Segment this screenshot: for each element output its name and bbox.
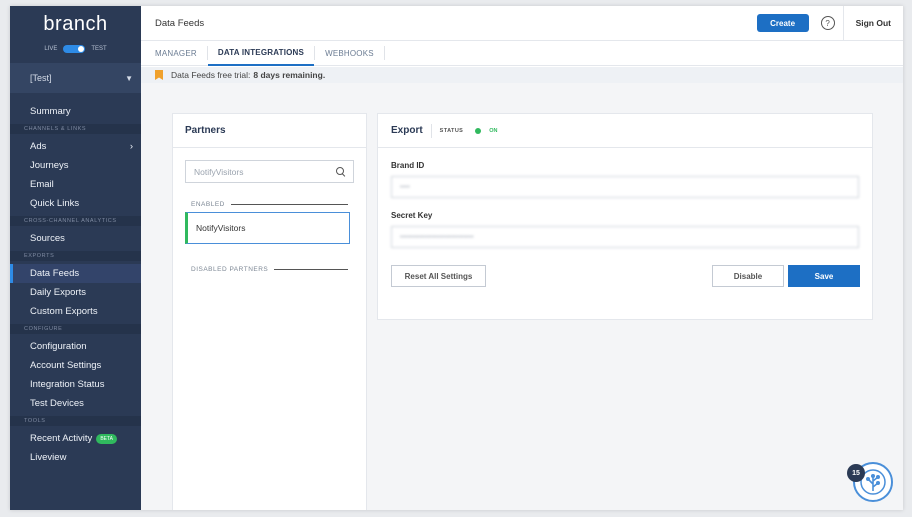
sidebar-section-tools: TOOLS bbox=[10, 416, 141, 426]
sidebar-item-sources[interactable]: Sources bbox=[10, 229, 141, 248]
brand-id-field[interactable]: •••• bbox=[391, 176, 859, 198]
export-title: Export bbox=[391, 125, 423, 136]
bookmark-icon bbox=[155, 70, 163, 80]
sidebar-item-summary[interactable]: Summary bbox=[10, 102, 141, 121]
partner-search-input[interactable]: NotifyVisitors bbox=[185, 160, 354, 183]
create-button[interactable]: Create bbox=[756, 14, 809, 32]
trial-text: Data Feeds free trial: bbox=[171, 70, 251, 80]
app-window: branch LIVE TEST [Test] ▼ Summary CHANNE… bbox=[10, 6, 903, 510]
sidebar-item-ads[interactable]: Ads › bbox=[10, 137, 141, 156]
app-selector-label: [Test] bbox=[30, 73, 52, 83]
trial-remaining: 8 days remaining. bbox=[253, 70, 326, 80]
page-title: Data Feeds bbox=[155, 17, 205, 29]
export-actions: Reset All Settings Disable Save bbox=[378, 265, 872, 287]
disable-button[interactable]: Disable bbox=[712, 265, 784, 287]
env-live-label: LIVE bbox=[44, 46, 58, 52]
sidebar-item-integration-status[interactable]: Integration Status bbox=[10, 375, 141, 394]
sidebar-section-channels: CHANNELS & LINKS bbox=[10, 124, 141, 134]
tab-bar: MANAGER DATA INTEGRATIONS WEBHOOKS bbox=[141, 41, 903, 66]
sidebar-section-analytics: CROSS-CHANNEL ANALYTICS bbox=[10, 216, 141, 226]
env-toggle-switch[interactable] bbox=[63, 45, 86, 53]
enabled-group-label: ENABLED bbox=[191, 201, 348, 208]
save-button[interactable]: Save bbox=[788, 265, 860, 287]
sidebar-item-test-devices[interactable]: Test Devices bbox=[10, 394, 141, 413]
sidebar-item-journeys[interactable]: Journeys bbox=[10, 156, 141, 175]
partners-panel: Partners NotifyVisitors ENABLED NotifyVi… bbox=[172, 113, 367, 510]
sidebar-item-custom-exports[interactable]: Custom Exports bbox=[10, 302, 141, 321]
main-content: Partners NotifyVisitors ENABLED NotifyVi… bbox=[141, 83, 903, 510]
tab-webhooks[interactable]: WEBHOOKS bbox=[315, 41, 384, 66]
sidebar-item-recent-activity[interactable]: Recent Activity BETA bbox=[10, 429, 141, 448]
tab-manager[interactable]: MANAGER bbox=[155, 41, 207, 66]
branch-logo[interactable]: branch bbox=[10, 6, 141, 42]
caret-down-icon: ▼ bbox=[125, 73, 133, 83]
divider bbox=[230, 204, 348, 205]
help-icon[interactable]: ? bbox=[820, 16, 835, 30]
sign-out-link[interactable]: Sign Out bbox=[842, 6, 903, 41]
divider bbox=[430, 123, 432, 138]
env-toggle[interactable]: LIVE TEST bbox=[10, 42, 141, 56]
status-label: STATUS bbox=[439, 127, 464, 134]
export-panel: Export STATUS ON Brand ID •••• Secret Ke… bbox=[377, 113, 873, 320]
reset-settings-button[interactable]: Reset All Settings bbox=[391, 265, 486, 287]
secret-key-label: Secret Key bbox=[391, 211, 433, 220]
chevron-right-icon: › bbox=[129, 141, 133, 152]
tab-data-integrations[interactable]: DATA INTEGRATIONS bbox=[207, 41, 315, 66]
divider bbox=[274, 269, 348, 270]
partner-item-notifyvisitors[interactable]: NotifyVisitors bbox=[185, 212, 350, 244]
partners-title: Partners bbox=[173, 114, 366, 148]
export-header: Export STATUS ON bbox=[378, 114, 872, 148]
secret-key-field[interactable]: •••••••••••••••••••••••••••••• bbox=[391, 226, 859, 248]
sidebar-section-exports: EXPORTS bbox=[10, 251, 141, 261]
sidebar: branch LIVE TEST [Test] ▼ Summary CHANNE… bbox=[10, 6, 141, 510]
app-selector[interactable]: [Test] ▼ bbox=[10, 63, 141, 93]
brand-id-label: Brand ID bbox=[391, 161, 425, 170]
search-icon[interactable] bbox=[336, 167, 345, 176]
sidebar-section-configure: CONFIGURE bbox=[10, 324, 141, 334]
sidebar-item-liveview[interactable]: Liveview bbox=[10, 448, 141, 467]
partner-search-value: NotifyVisitors bbox=[194, 166, 244, 177]
beta-badge: BETA bbox=[96, 433, 118, 444]
sidebar-item-account-settings[interactable]: Account Settings bbox=[10, 356, 141, 375]
sidebar-item-data-feeds[interactable]: Data Feeds bbox=[10, 264, 141, 283]
chat-notification-badge: 15 bbox=[847, 464, 865, 482]
disabled-group-label: DISABLED PARTNERS bbox=[191, 266, 348, 273]
tab-divider bbox=[383, 46, 385, 60]
trial-banner: Data Feeds free trial: 8 days remaining. bbox=[141, 67, 903, 83]
sidebar-item-configuration[interactable]: Configuration bbox=[10, 337, 141, 356]
sidebar-item-daily-exports[interactable]: Daily Exports bbox=[10, 283, 141, 302]
env-test-label: TEST bbox=[91, 46, 107, 52]
top-header: Data Feeds Create ? Sign Out bbox=[141, 6, 903, 41]
sidebar-item-quick-links[interactable]: Quick Links bbox=[10, 194, 141, 213]
sidebar-item-email[interactable]: Email bbox=[10, 175, 141, 194]
status-dot-icon bbox=[475, 127, 482, 134]
status-value: ON bbox=[489, 127, 498, 134]
